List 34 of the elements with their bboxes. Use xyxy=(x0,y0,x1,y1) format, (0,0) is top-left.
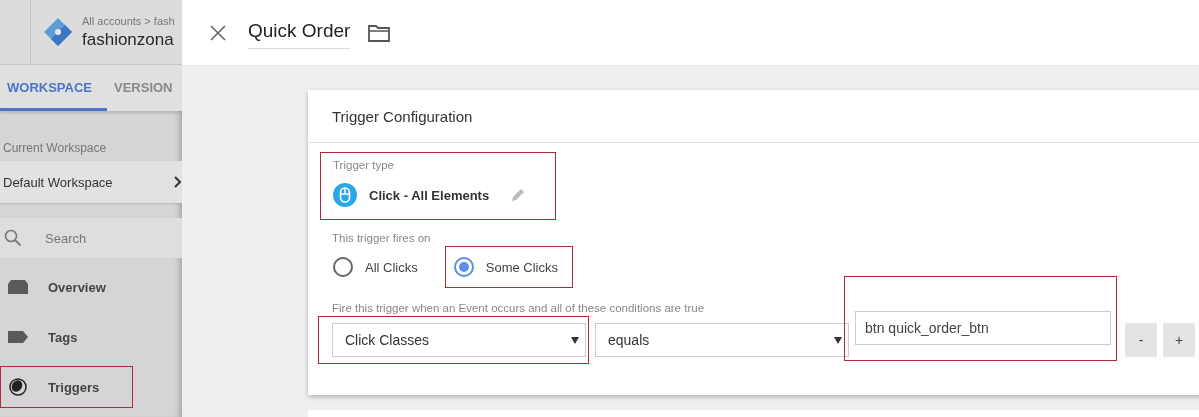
search-field[interactable]: Search xyxy=(0,218,182,258)
workspace-selector[interactable]: Default Workspace xyxy=(0,161,182,203)
search-icon xyxy=(4,229,22,247)
radio-option[interactable]: Some Clicks xyxy=(444,246,573,288)
title-field[interactable]: Quick Order xyxy=(248,16,351,49)
chevron-icon xyxy=(174,176,182,188)
nav-item[interactable]: Overview xyxy=(0,266,133,308)
value-field[interactable]: btn quick_order_btn xyxy=(855,311,1111,345)
close-icon[interactable] xyxy=(210,24,226,41)
card-title: Trigger Configuration xyxy=(332,107,473,125)
caret-icon xyxy=(834,336,842,344)
workspace-label: Current Workspace xyxy=(3,141,108,155)
variable-dropdown[interactable]: Click Classes xyxy=(332,323,586,357)
caret-icon xyxy=(571,336,579,344)
field-label: Trigger type xyxy=(333,159,395,171)
account-name: fashionzona xyxy=(82,29,175,50)
folder-icon xyxy=(8,280,28,294)
conditions-label: Fire this trigger when an Event occurs and all of these conditions are true xyxy=(332,302,705,314)
search-input[interactable]: Search xyxy=(45,228,155,248)
operator-dropdown[interactable]: equals xyxy=(595,323,849,357)
radio-button[interactable] xyxy=(453,257,474,277)
nav-item[interactable]: Triggers xyxy=(0,366,133,408)
tag-icon xyxy=(8,331,28,343)
mouse-icon xyxy=(333,183,357,207)
radio-button[interactable] xyxy=(333,257,353,277)
row-button[interactable]: + xyxy=(1163,323,1195,357)
folder-icon[interactable] xyxy=(368,23,391,42)
trigger-type-name: Click - All Elements xyxy=(369,187,490,203)
row-button[interactable]: - xyxy=(1125,323,1157,357)
radio-option[interactable]: All Clicks xyxy=(332,246,433,288)
logo-icon xyxy=(42,16,74,48)
nav-item[interactable]: Tags xyxy=(0,316,133,358)
trigger-icon xyxy=(8,377,28,397)
field-label: This trigger fires on xyxy=(332,232,431,244)
